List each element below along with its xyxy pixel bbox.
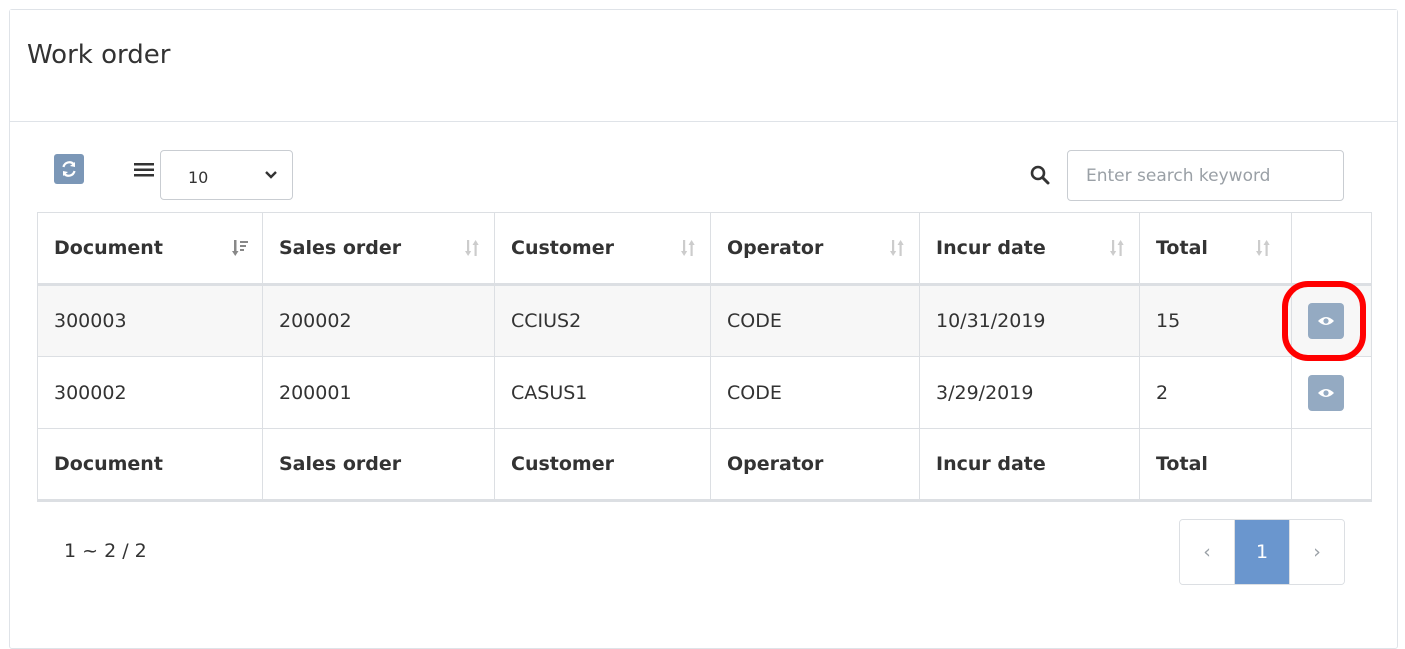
cell-total: 15 <box>1139 284 1292 357</box>
cell-incur-date: 3/29/2019 <box>919 356 1140 429</box>
refresh-icon <box>62 161 76 177</box>
col-footer-sales-order: Sales order <box>262 428 495 502</box>
col-header-label: Incur date <box>936 237 1046 259</box>
cell-incur-date: 10/31/2019 <box>919 284 1140 357</box>
pagination-prev[interactable]: ‹ <box>1180 520 1235 584</box>
sort-icon <box>1256 240 1270 256</box>
sort-icon <box>465 240 479 256</box>
search-input[interactable] <box>1067 150 1344 201</box>
table-row: 300002 200001 CASUS1 CODE 3/29/2019 2 <box>37 356 1372 429</box>
cell-sales-order: 200002 <box>262 284 495 357</box>
col-header-customer[interactable]: Customer <box>494 212 711 286</box>
pagination-page-1[interactable]: 1 <box>1235 520 1289 584</box>
page-title: Work order <box>27 40 171 70</box>
sort-icon <box>1110 240 1124 256</box>
panel-header <box>10 10 1397 122</box>
cell-operator: CODE <box>710 356 920 429</box>
cell-customer: CCIUS2 <box>494 284 711 357</box>
table-row: 300003 200002 CCIUS2 CODE 10/31/2019 15 <box>37 284 1372 357</box>
eye-icon <box>1318 317 1334 325</box>
col-header-sales-order[interactable]: Sales order <box>262 212 495 286</box>
col-footer-incur-date: Incur date <box>919 428 1140 502</box>
chevron-down-icon <box>265 171 277 179</box>
cell-sales-order: 200001 <box>262 356 495 429</box>
cell-actions <box>1291 356 1372 429</box>
col-footer-document: Document <box>37 428 263 502</box>
col-footer-total: Total <box>1139 428 1292 502</box>
cell-total: 2 <box>1139 356 1292 429</box>
pagination: ‹ 1 › <box>1179 519 1345 585</box>
pagination-info: 1 ~ 2 / 2 <box>64 540 147 562</box>
header-row: Document Sales order Customer Operator I… <box>37 212 1372 286</box>
refresh-button[interactable] <box>54 154 84 184</box>
sort-icon <box>890 240 904 256</box>
cell-document: 300003 <box>37 284 263 357</box>
col-footer-actions <box>1291 428 1372 502</box>
col-header-document[interactable]: Document <box>37 212 263 286</box>
cell-operator: CODE <box>710 284 920 357</box>
cell-customer: CASUS1 <box>494 356 711 429</box>
search-icon <box>1030 165 1050 185</box>
col-header-incur-date[interactable]: Incur date <box>919 212 1140 286</box>
view-button[interactable] <box>1308 374 1344 411</box>
sort-desc-icon <box>232 240 248 256</box>
col-header-label: Operator <box>727 237 824 259</box>
col-header-label: Sales order <box>279 237 402 259</box>
sort-icon <box>681 240 695 256</box>
col-header-label: Total <box>1156 237 1208 259</box>
view-button[interactable] <box>1308 303 1344 339</box>
list-icon <box>134 163 154 177</box>
col-header-total[interactable]: Total <box>1139 212 1292 286</box>
col-header-actions <box>1291 212 1372 286</box>
work-order-table: Document Sales order Customer Operator I… <box>37 212 1372 502</box>
page-size-select[interactable]: 10 <box>160 150 293 200</box>
col-header-operator[interactable]: Operator <box>710 212 920 286</box>
col-header-label: Customer <box>511 237 614 259</box>
cell-actions <box>1291 284 1372 357</box>
col-header-label: Document <box>54 237 163 259</box>
footer-row: Document Sales order Customer Operator I… <box>37 428 1372 502</box>
eye-icon <box>1318 388 1334 397</box>
col-footer-operator: Operator <box>710 428 920 502</box>
cell-document: 300002 <box>37 356 263 429</box>
pagination-next[interactable]: › <box>1289 520 1344 584</box>
page-size-value: 10 <box>188 168 209 187</box>
col-footer-customer: Customer <box>494 428 711 502</box>
